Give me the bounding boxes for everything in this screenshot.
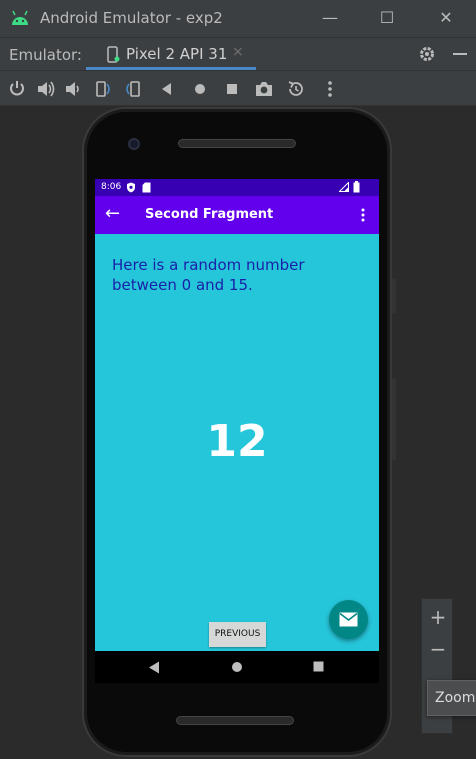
phone-volume-rocker	[392, 378, 396, 460]
email-fab-button[interactable]	[329, 600, 368, 639]
zoom-tooltip: Zoom	[427, 680, 476, 716]
emulator-label: Emulator:	[9, 46, 82, 64]
rotate-right-icon[interactable]	[124, 79, 144, 99]
earpiece-speaker	[178, 139, 296, 148]
emulator-toolbar	[0, 70, 476, 106]
random-number-value: 12	[206, 416, 268, 467]
nav-overview-icon[interactable]	[313, 661, 324, 672]
tab-label: Pixel 2 API 31	[126, 45, 228, 63]
battery-icon	[353, 181, 360, 193]
more-icon[interactable]	[320, 79, 340, 99]
close-tab-button[interactable]: ×	[232, 44, 244, 60]
sd-card-icon	[142, 182, 151, 193]
emulator-tab-bar: Emulator: Pixel 2 API 31 ×	[0, 37, 476, 70]
window-title: Android Emulator - exp2	[40, 9, 223, 27]
zoom-in-button[interactable]: +	[422, 601, 454, 633]
previous-button[interactable]: PREVIOUS	[209, 622, 266, 647]
back-arrow-icon[interactable]: ←	[105, 203, 120, 225]
camera-icon[interactable]	[254, 79, 274, 99]
hide-panel-icon[interactable]	[451, 45, 469, 63]
phone-side-button	[392, 278, 396, 314]
snapshot-icon[interactable]	[286, 79, 306, 99]
device-screen[interactable]: 8:06 ← Second Fragment Here is a random …	[95, 179, 379, 651]
volume-up-icon[interactable]	[36, 79, 56, 99]
tab-pixel-2-api-31[interactable]: Pixel 2 API 31 ×	[86, 38, 256, 70]
overflow-menu-icon[interactable]	[357, 205, 369, 225]
rotate-left-icon[interactable]	[92, 79, 112, 99]
maximize-button[interactable]: ☐	[377, 8, 397, 28]
gear-icon[interactable]	[418, 45, 436, 63]
zoom-out-button[interactable]: −	[422, 633, 454, 665]
nav-home-icon[interactable]	[231, 661, 243, 673]
email-icon	[339, 612, 358, 627]
close-window-button[interactable]: ✕	[436, 8, 456, 28]
status-bar: 8:06	[95, 179, 379, 196]
bottom-speaker	[176, 716, 294, 725]
status-time: 8:06	[101, 182, 122, 192]
overview-icon[interactable]	[222, 79, 242, 99]
app-bar-title: Second Fragment	[145, 207, 274, 222]
minimize-button[interactable]: —	[320, 8, 340, 28]
device-nav-bar	[95, 651, 379, 683]
random-number-message: Here is a random number between 0 and 15…	[112, 256, 305, 294]
phone-device-icon	[107, 46, 120, 63]
window-title-bar: Android Emulator - exp2 — ☐ ✕	[0, 0, 476, 37]
nav-back-icon[interactable]	[148, 661, 160, 674]
volume-down-icon[interactable]	[63, 79, 83, 99]
app-bar: ← Second Fragment	[95, 196, 379, 234]
front-camera	[128, 138, 140, 150]
home-icon[interactable]	[190, 79, 210, 99]
back-icon[interactable]	[157, 79, 177, 99]
android-logo-icon	[12, 10, 28, 25]
power-icon[interactable]	[7, 79, 27, 99]
signal-icon	[339, 182, 349, 192]
shield-icon	[127, 182, 135, 193]
